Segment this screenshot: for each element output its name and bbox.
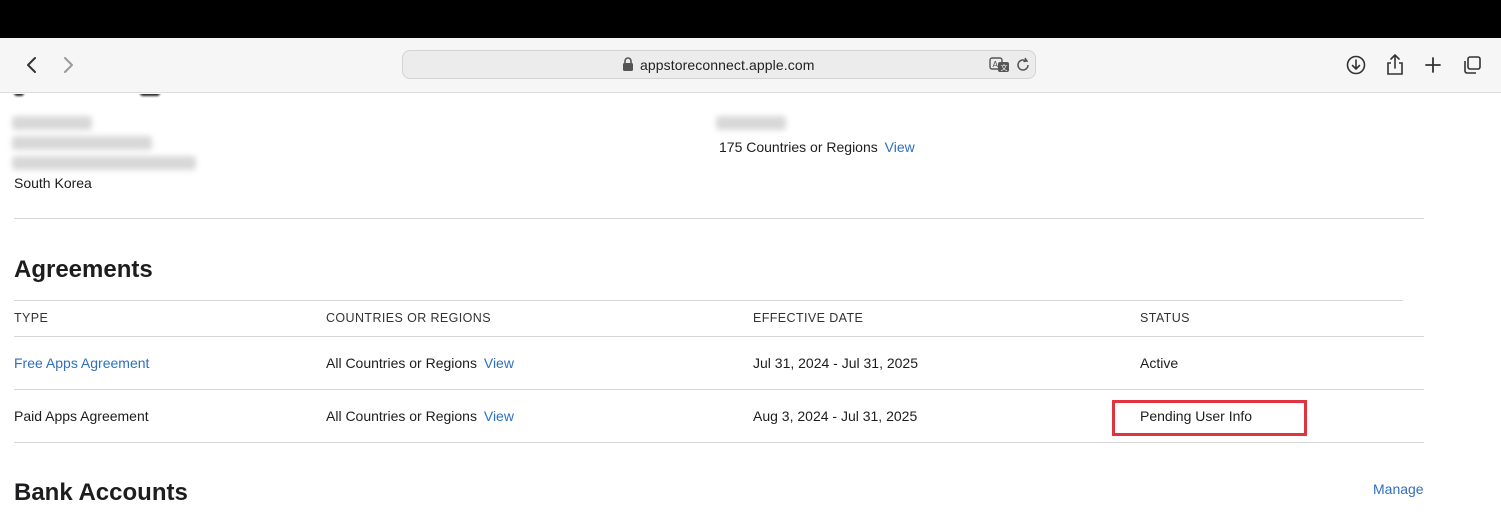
- column-header-countries: COUNTRIES OR REGIONS: [326, 311, 491, 325]
- forward-button[interactable]: [55, 52, 81, 78]
- redacted-text: [12, 116, 92, 130]
- download-icon[interactable]: [1344, 53, 1368, 77]
- svg-text:文: 文: [1001, 63, 1008, 72]
- agreement-countries-text: All Countries or Regions: [326, 355, 477, 371]
- agreement-effective-date: Jul 31, 2024 - Jul 31, 2025: [753, 355, 919, 371]
- column-header-status: STATUS: [1140, 311, 1190, 325]
- regions-count: 175 Countries or Regions View: [719, 139, 915, 155]
- agreement-countries: All Countries or Regions View: [326, 355, 514, 371]
- redacted-text: [12, 136, 152, 150]
- url-text: appstoreconnect.apple.com: [640, 57, 815, 73]
- redacted-text: [12, 156, 196, 170]
- agreement-effective-date: Aug 3, 2024 - Jul 31, 2025: [753, 408, 918, 424]
- status-highlight-box: [1112, 400, 1307, 436]
- agreements-title: Agreements: [14, 256, 153, 283]
- countries-view-link[interactable]: View: [484, 408, 514, 424]
- page-content: ​ South Korea 175 Countries or Regions V…: [0, 94, 1501, 519]
- chevron-left-icon: [27, 57, 36, 73]
- divider: [14, 218, 1424, 219]
- reload-icon[interactable]: [1015, 56, 1031, 79]
- back-button[interactable]: [19, 52, 45, 78]
- agreement-countries: All Countries or Regions View: [326, 408, 514, 424]
- chevron-right-icon: [64, 57, 73, 73]
- bank-accounts-title: Bank Accounts: [14, 479, 188, 506]
- cropped-heading-fragment: [140, 94, 160, 96]
- screen-top-bar: [0, 0, 1501, 38]
- divider: [14, 336, 1424, 337]
- account-country: South Korea: [14, 175, 92, 191]
- new-tab-icon[interactable]: [1421, 53, 1445, 77]
- column-header-effective-date: EFFECTIVE DATE: [753, 311, 864, 325]
- redacted-text: [716, 116, 786, 130]
- tab-overview-icon[interactable]: [1460, 53, 1484, 77]
- divider: [14, 442, 1424, 443]
- translate-icon[interactable]: A文: [989, 56, 1011, 79]
- agreement-status: Active: [1140, 355, 1179, 371]
- svg-text:A: A: [993, 60, 999, 69]
- divider: [14, 389, 1424, 390]
- divider: [14, 300, 1403, 301]
- regions-view-link[interactable]: View: [885, 139, 915, 155]
- share-icon[interactable]: [1383, 53, 1407, 77]
- regions-count-text: 175 Countries or Regions: [719, 139, 878, 155]
- browser-toolbar: appstoreconnect.apple.com A文: [0, 38, 1501, 93]
- column-header-type: TYPE: [14, 311, 49, 325]
- cropped-heading-fragment: [14, 94, 24, 96]
- agreement-type: Paid Apps Agreement: [14, 408, 149, 424]
- manage-bank-accounts-link[interactable]: Manage: [1373, 481, 1424, 497]
- countries-view-link[interactable]: View: [484, 355, 514, 371]
- agreement-type-link[interactable]: Free Apps Agreement: [14, 355, 149, 371]
- lock-icon: [622, 57, 634, 77]
- address-bar[interactable]: appstoreconnect.apple.com A文: [402, 50, 1036, 79]
- agreement-countries-text: All Countries or Regions: [326, 408, 477, 424]
